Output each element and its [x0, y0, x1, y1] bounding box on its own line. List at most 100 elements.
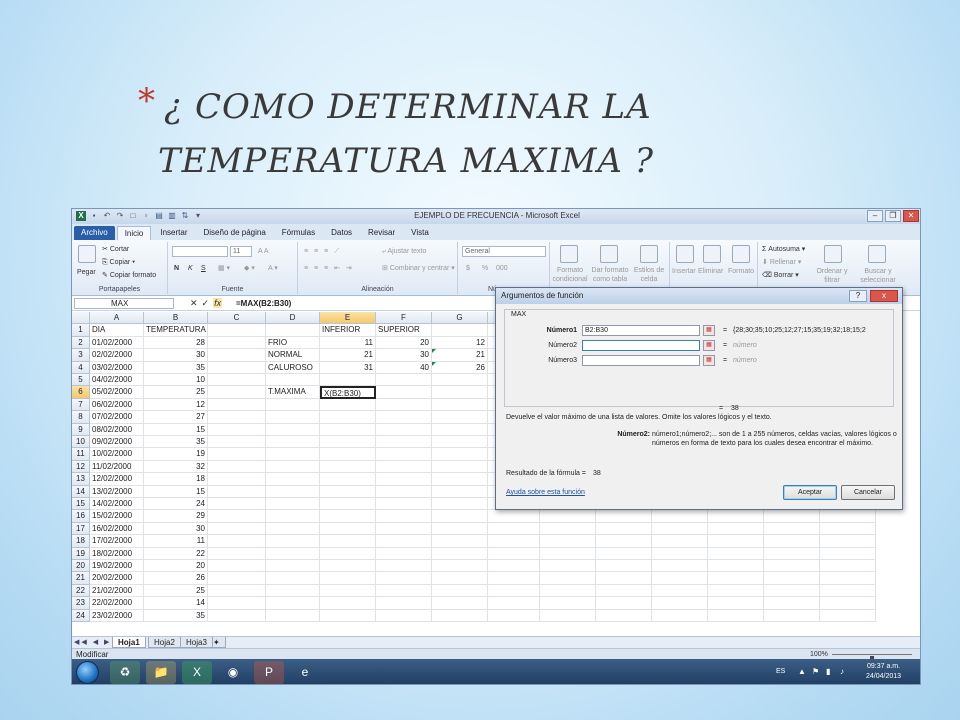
table-cell[interactable]: 15: [144, 423, 208, 436]
vertical-align-icons[interactable]: ≡ ≡ ≡ ⟋: [304, 247, 341, 256]
minimize-button[interactable]: –: [867, 210, 883, 222]
tray-flag-icon[interactable]: ⚑: [812, 667, 819, 676]
table-cell[interactable]: T.MAXIMA: [266, 386, 320, 399]
grid-cell[interactable]: [208, 597, 266, 610]
row-header[interactable]: 22: [72, 584, 90, 598]
grid-cell[interactable]: [376, 560, 432, 573]
row-header[interactable]: 7: [72, 398, 90, 412]
currency-button[interactable]: $: [466, 264, 470, 273]
grid-cell[interactable]: [376, 411, 432, 424]
find-select-button[interactable]: Buscar y seleccionar: [856, 267, 900, 285]
grid-cell[interactable]: [376, 535, 432, 548]
grow-font-icon[interactable]: A A: [258, 247, 269, 256]
grid-cell[interactable]: [266, 522, 320, 536]
copy-button[interactable]: ⎘ Copiar ▾: [102, 258, 135, 267]
row-header[interactable]: 2: [72, 336, 90, 350]
taskbar-ie-icon[interactable]: e: [290, 661, 320, 684]
row-header[interactable]: 6: [72, 386, 90, 399]
table-cell[interactable]: CALUROSO: [266, 361, 320, 374]
number-format-combo[interactable]: General: [462, 246, 546, 257]
grid-cell[interactable]: [652, 572, 708, 585]
row-header[interactable]: 24: [72, 609, 90, 622]
grid-cell[interactable]: [540, 510, 596, 523]
table-cell[interactable]: 13/02/2000: [90, 485, 144, 498]
table-cell[interactable]: NORMAL: [266, 349, 320, 362]
row-header[interactable]: 17: [72, 522, 90, 536]
grid-cell[interactable]: [652, 597, 708, 610]
grid-cell[interactable]: [652, 609, 708, 622]
column-header-b[interactable]: B: [144, 312, 208, 325]
language-indicator[interactable]: ES: [776, 668, 785, 675]
table-cell[interactable]: 21/02/2000: [90, 584, 144, 598]
grid-cell[interactable]: [208, 423, 266, 436]
grid-cell[interactable]: [376, 498, 432, 511]
grid-cell[interactable]: [208, 473, 266, 486]
grid-cell[interactable]: [208, 609, 266, 622]
grid-cell[interactable]: [208, 572, 266, 585]
grid-cell[interactable]: [208, 448, 266, 461]
grid-cell[interactable]: [266, 398, 320, 412]
grid-cell[interactable]: [320, 411, 376, 424]
grid-cell[interactable]: [432, 411, 488, 424]
taskbar-excel-icon[interactable]: X: [182, 661, 212, 684]
table-cell[interactable]: 19/02/2000: [90, 560, 144, 573]
table-cell[interactable]: 08/02/2000: [90, 423, 144, 436]
grid-cell[interactable]: [208, 411, 266, 424]
table-cell[interactable]: 19: [144, 448, 208, 461]
sort-filter-button[interactable]: Ordenar y filtrar: [812, 267, 852, 285]
grid-cell[interactable]: [708, 547, 764, 560]
grid-cell[interactable]: [652, 535, 708, 548]
table-cell[interactable]: 20: [144, 560, 208, 573]
format-painter-button[interactable]: ✎ Copiar formato: [102, 271, 156, 280]
insert-function-button[interactable]: fx: [213, 298, 223, 308]
column-header-a[interactable]: A: [90, 312, 144, 325]
grid-cell[interactable]: [488, 535, 540, 548]
conditional-format-button[interactable]: Formato condicional: [552, 266, 588, 284]
grid-cell[interactable]: [266, 436, 320, 449]
grid-cell[interactable]: [764, 609, 820, 622]
table-cell[interactable]: 16/02/2000: [90, 522, 144, 536]
grid-cell[interactable]: [652, 560, 708, 573]
grid-cell[interactable]: [708, 535, 764, 548]
table-cell[interactable]: 29: [144, 510, 208, 523]
table-cell[interactable]: 27: [144, 411, 208, 424]
grid-cell[interactable]: [708, 584, 764, 598]
tab-revisar[interactable]: Revisar: [361, 226, 402, 240]
grid-cell[interactable]: [708, 572, 764, 585]
grid-cell[interactable]: [432, 473, 488, 486]
paste-button[interactable]: Pegar: [77, 268, 96, 277]
tab-inicio[interactable]: Inicio: [116, 226, 152, 240]
grid-cell[interactable]: [488, 609, 540, 622]
cut-button[interactable]: ✂ Cortar: [102, 245, 129, 254]
table-cell[interactable]: 12/02/2000: [90, 473, 144, 486]
grid-cell[interactable]: [320, 398, 376, 412]
grid-cell[interactable]: [764, 522, 820, 536]
format-table-icon[interactable]: [600, 245, 618, 263]
grid-cell[interactable]: [376, 609, 432, 622]
sort-filter-icon[interactable]: [824, 245, 842, 263]
row-header[interactable]: 10: [72, 436, 90, 449]
active-cell-e6[interactable]: X(B2:B30): [320, 386, 376, 399]
format-cells-icon[interactable]: [732, 245, 750, 263]
grid-cell[interactable]: [540, 609, 596, 622]
grid-cell[interactable]: [596, 597, 652, 610]
grid-cell[interactable]: [320, 522, 376, 536]
grid-cell[interactable]: [820, 597, 876, 610]
percent-button[interactable]: %: [482, 264, 488, 273]
table-cell[interactable]: 32: [144, 460, 208, 474]
table-cell[interactable]: 10/02/2000: [90, 448, 144, 461]
function-help-link[interactable]: Ayuda sobre esta función: [506, 488, 585, 497]
arg3-input[interactable]: [582, 355, 700, 366]
grid-cell[interactable]: [376, 460, 432, 474]
row-header[interactable]: 15: [72, 498, 90, 511]
grid-cell[interactable]: [208, 349, 266, 362]
grid-cell[interactable]: [540, 572, 596, 585]
taskbar-clock[interactable]: 09:37 a.m. 24/04/2013: [866, 662, 901, 682]
grid-cell[interactable]: [320, 547, 376, 560]
font-color-icon[interactable]: A ▾: [268, 264, 278, 273]
new-sheet-icon[interactable]: ✦: [212, 637, 226, 648]
taskbar-powerpoint-icon[interactable]: P: [254, 661, 284, 684]
grid-cell[interactable]: [376, 597, 432, 610]
grid-cell[interactable]: [432, 597, 488, 610]
table-cell[interactable]: 11/02/2000: [90, 460, 144, 474]
